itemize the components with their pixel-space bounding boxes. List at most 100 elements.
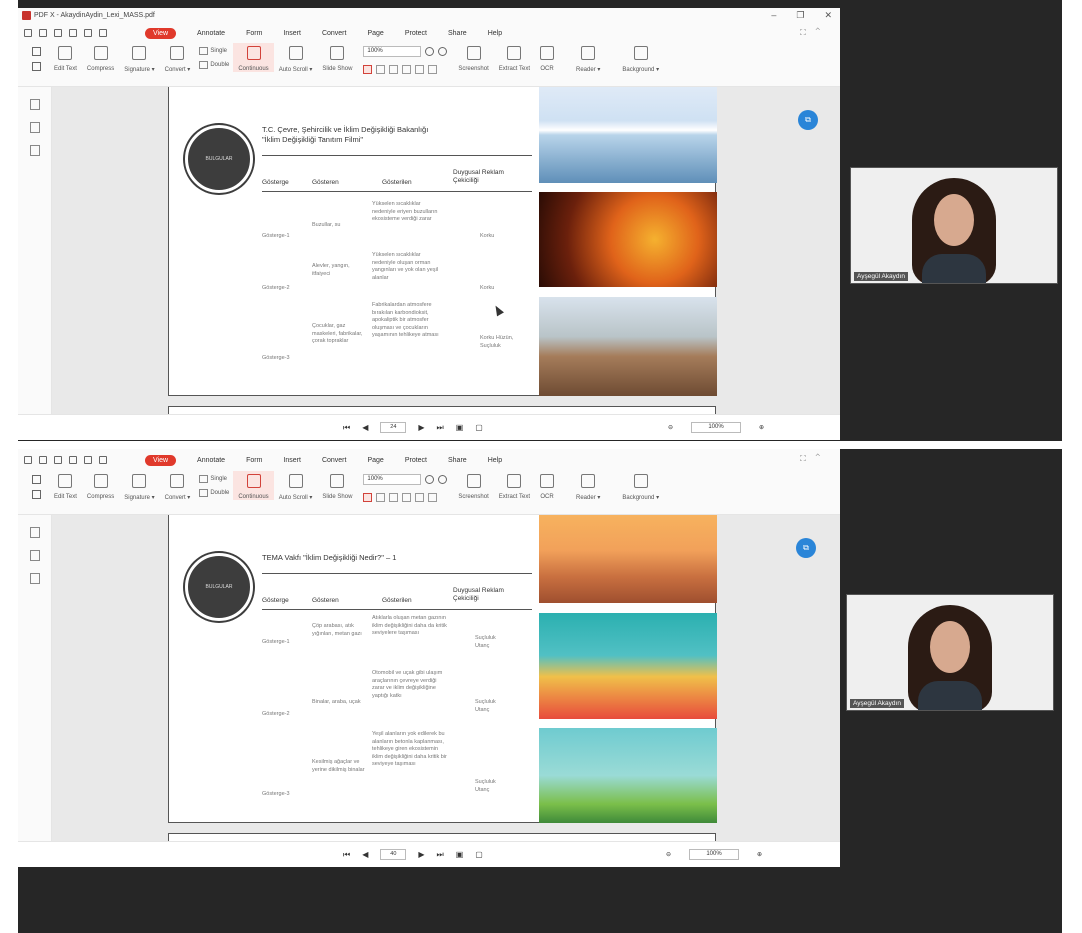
redo-icon[interactable] bbox=[99, 456, 107, 464]
menu-help[interactable]: Help bbox=[488, 457, 502, 464]
background-button[interactable]: Background ▾ bbox=[617, 43, 664, 73]
hand-tool-icon[interactable] bbox=[32, 490, 41, 499]
fit-width-icon[interactable] bbox=[363, 493, 373, 502]
save-icon[interactable] bbox=[39, 29, 47, 37]
undo-icon[interactable] bbox=[84, 29, 92, 37]
reader-button[interactable]: Reader ▾ bbox=[571, 43, 605, 73]
menu-convert[interactable]: Convert bbox=[322, 457, 347, 464]
menu-insert[interactable]: Insert bbox=[283, 457, 301, 464]
open-icon[interactable] bbox=[24, 29, 32, 37]
convert-button[interactable]: Convert ▾ bbox=[160, 43, 196, 73]
first-page-icon[interactable]: ⏮ bbox=[343, 850, 350, 860]
continuous-button[interactable]: Continuous bbox=[233, 471, 274, 500]
bookmark-icon[interactable] bbox=[29, 99, 40, 110]
comments-icon[interactable] bbox=[29, 573, 40, 584]
zoom-in-icon[interactable] bbox=[438, 47, 448, 56]
rotate-right-icon[interactable] bbox=[428, 493, 438, 502]
menu-convert[interactable]: Convert bbox=[322, 30, 347, 37]
extract-text-button[interactable]: Extract Text bbox=[494, 471, 535, 500]
fit-width-icon[interactable] bbox=[363, 65, 373, 74]
menu-view[interactable]: View bbox=[145, 27, 177, 39]
share-icon[interactable] bbox=[69, 456, 77, 464]
bookmark-icon[interactable] bbox=[29, 527, 40, 538]
page-number-input[interactable]: 40 bbox=[380, 849, 407, 860]
screenshot-button[interactable]: Screenshot bbox=[453, 471, 493, 500]
page-extra-icon[interactable]: ▢ bbox=[475, 423, 483, 432]
zoom-select[interactable]: 100% bbox=[363, 474, 422, 485]
menu-help[interactable]: Help bbox=[488, 30, 502, 37]
document-area[interactable]: BULGULAR T.C. Çevre, Şehircilik ve İklim… bbox=[52, 87, 840, 414]
convert-button[interactable]: Convert ▾ bbox=[160, 471, 196, 501]
page-number-input[interactable]: 24 bbox=[380, 422, 407, 433]
redo-icon[interactable] bbox=[99, 29, 107, 37]
menu-annotate[interactable]: Annotate bbox=[197, 457, 225, 464]
last-page-icon[interactable]: ⏭ bbox=[437, 850, 444, 860]
double-page-option[interactable]: Double bbox=[199, 489, 229, 497]
menu-share[interactable]: Share bbox=[448, 30, 467, 37]
rotate-left-icon[interactable] bbox=[415, 65, 425, 74]
thumbnails-icon[interactable] bbox=[29, 550, 40, 561]
edit-text-button[interactable]: Edit Text bbox=[49, 43, 82, 72]
save-icon[interactable] bbox=[39, 456, 47, 464]
fit-page-icon[interactable] bbox=[376, 493, 386, 502]
reader-button[interactable]: Reader ▾ bbox=[571, 471, 605, 501]
rotate-right-icon[interactable] bbox=[428, 65, 438, 74]
next-page-icon[interactable]: ▶ bbox=[418, 850, 424, 859]
compress-button[interactable]: Compress bbox=[82, 43, 119, 72]
participant-video-tile[interactable]: Ayşegül Akaydın bbox=[850, 167, 1058, 284]
select-tool-icon[interactable] bbox=[32, 47, 41, 56]
status-zoom-in-icon[interactable]: ⊕ bbox=[757, 851, 762, 858]
menu-page[interactable]: Page bbox=[367, 457, 383, 464]
hand-tool-icon[interactable] bbox=[32, 62, 41, 71]
ai-assistant-icon[interactable]: ⧉ bbox=[798, 110, 818, 130]
comments-icon[interactable] bbox=[29, 145, 40, 156]
ai-assistant-icon[interactable]: ⧉ bbox=[796, 538, 816, 558]
page-export-icon[interactable]: ▣ bbox=[456, 850, 464, 859]
status-zoom-value[interactable]: 100% bbox=[691, 422, 742, 433]
menu-insert[interactable]: Insert bbox=[283, 30, 301, 37]
status-zoom-value[interactable]: 100% bbox=[689, 849, 740, 860]
slide-show-button[interactable]: Slide Show bbox=[317, 471, 357, 500]
minimize-icon[interactable]: – bbox=[771, 10, 776, 21]
expand-collapse-icons[interactable]: ⛶⌃ bbox=[800, 28, 830, 38]
zoom-select[interactable]: 100% bbox=[363, 46, 422, 57]
menu-protect[interactable]: Protect bbox=[405, 457, 427, 464]
single-page-option[interactable]: Single bbox=[199, 47, 229, 55]
rotate-left-icon[interactable] bbox=[415, 493, 425, 502]
menu-page[interactable]: Page bbox=[367, 30, 383, 37]
compress-button[interactable]: Compress bbox=[82, 471, 119, 500]
select-tool-icon[interactable] bbox=[32, 475, 41, 484]
fit-visible-icon[interactable] bbox=[402, 493, 412, 502]
maximize-icon[interactable]: ❐ bbox=[796, 10, 804, 21]
print-icon[interactable] bbox=[54, 29, 62, 37]
undo-icon[interactable] bbox=[84, 456, 92, 464]
menu-form[interactable]: Form bbox=[246, 30, 262, 37]
ocr-button[interactable]: OCR bbox=[535, 43, 559, 72]
menu-share[interactable]: Share bbox=[448, 457, 467, 464]
document-area[interactable]: BULGULAR TEMA Vakfı "İklim Değişikliği N… bbox=[52, 515, 840, 841]
participant-video-tile[interactable]: Ayşegül Akaydın bbox=[846, 594, 1054, 711]
screenshot-button[interactable]: Screenshot bbox=[453, 43, 493, 72]
first-page-icon[interactable]: ⏮ bbox=[343, 423, 350, 433]
actual-size-icon[interactable] bbox=[389, 493, 399, 502]
zoom-out-icon[interactable] bbox=[425, 47, 435, 56]
menu-form[interactable]: Form bbox=[246, 457, 262, 464]
extract-text-button[interactable]: Extract Text bbox=[494, 43, 535, 72]
print-icon[interactable] bbox=[54, 456, 62, 464]
menu-protect[interactable]: Protect bbox=[405, 30, 427, 37]
expand-collapse-icons[interactable]: ⛶⌃ bbox=[800, 454, 830, 464]
double-page-option[interactable]: Double bbox=[199, 61, 229, 69]
edit-text-button[interactable]: Edit Text bbox=[49, 471, 82, 500]
fit-page-icon[interactable] bbox=[376, 65, 386, 74]
status-zoom-out-icon[interactable]: ⊖ bbox=[668, 424, 673, 431]
zoom-in-icon[interactable] bbox=[438, 475, 448, 484]
status-zoom-in-icon[interactable]: ⊕ bbox=[759, 424, 764, 431]
menu-annotate[interactable]: Annotate bbox=[197, 30, 225, 37]
slide-show-button[interactable]: Slide Show bbox=[317, 43, 357, 72]
single-page-option[interactable]: Single bbox=[199, 475, 229, 483]
zoom-out-icon[interactable] bbox=[425, 475, 435, 484]
close-icon[interactable]: ✕ bbox=[824, 10, 832, 21]
signature-button[interactable]: Signature ▾ bbox=[119, 471, 159, 501]
actual-size-icon[interactable] bbox=[389, 65, 399, 74]
page-extra-icon[interactable]: ▢ bbox=[475, 850, 483, 859]
